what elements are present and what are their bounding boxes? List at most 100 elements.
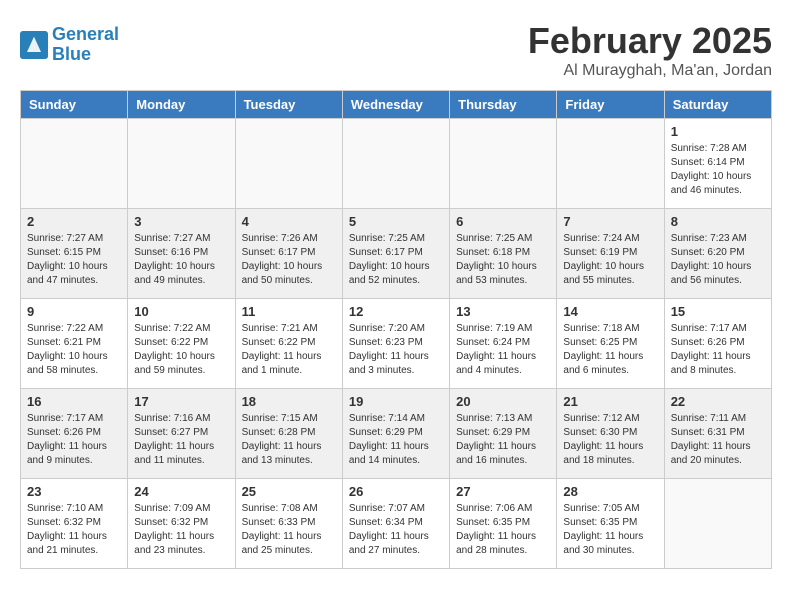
logo: General Blue	[20, 25, 119, 65]
calendar-day: 26 Sunrise: 7:07 AM Sunset: 6:34 PM Dayli…	[342, 479, 449, 569]
day-number: 23	[27, 484, 121, 499]
calendar-day: 2 Sunrise: 7:27 AM Sunset: 6:15 PM Daylig…	[21, 209, 128, 299]
day-number: 27	[456, 484, 550, 499]
calendar-day: 21 Sunrise: 7:12 AM Sunset: 6:30 PM Dayli…	[557, 389, 664, 479]
day-info: Sunrise: 7:13 AM Sunset: 6:29 PM Dayligh…	[456, 412, 550, 468]
day-info: Sunrise: 7:23 AM Sunset: 6:20 PM Dayligh…	[671, 232, 765, 288]
calendar-day: 27 Sunrise: 7:06 AM Sunset: 6:35 PM Dayli…	[450, 479, 557, 569]
calendar-day	[235, 119, 342, 209]
logo-text: General Blue	[52, 25, 119, 65]
calendar-day: 10 Sunrise: 7:22 AM Sunset: 6:22 PM Dayli…	[128, 299, 235, 389]
header: General Blue February 2025 Al Murayghah,…	[20, 20, 772, 80]
calendar-week-1: 1 Sunrise: 7:28 AM Sunset: 6:14 PM Daylig…	[21, 119, 772, 209]
calendar-day: 11 Sunrise: 7:21 AM Sunset: 6:22 PM Dayli…	[235, 299, 342, 389]
day-info: Sunrise: 7:15 AM Sunset: 6:28 PM Dayligh…	[242, 412, 336, 468]
day-number: 26	[349, 484, 443, 499]
day-number: 1	[671, 124, 765, 139]
calendar-day: 19 Sunrise: 7:14 AM Sunset: 6:29 PM Dayli…	[342, 389, 449, 479]
day-info: Sunrise: 7:28 AM Sunset: 6:14 PM Dayligh…	[671, 142, 765, 198]
day-info: Sunrise: 7:16 AM Sunset: 6:27 PM Dayligh…	[134, 412, 228, 468]
day-number: 12	[349, 304, 443, 319]
calendar-day: 28Sunrise: 7:05 AM Sunset: 6:35 PM Dayli…	[557, 479, 664, 569]
day-info: Sunrise: 7:26 AM Sunset: 6:17 PM Dayligh…	[242, 232, 336, 288]
day-info: Sunrise: 7:19 AM Sunset: 6:24 PM Dayligh…	[456, 322, 550, 378]
calendar-header-row: SundayMondayTuesdayWednesdayThursdayFrid…	[21, 91, 772, 119]
calendar-day: 7 Sunrise: 7:24 AM Sunset: 6:19 PM Daylig…	[557, 209, 664, 299]
day-number: 13	[456, 304, 550, 319]
calendar-day: 15 Sunrise: 7:17 AM Sunset: 6:26 PM Dayli…	[664, 299, 771, 389]
day-number: 5	[349, 214, 443, 229]
day-number: 11	[242, 304, 336, 319]
day-number: 28	[563, 484, 657, 499]
calendar-week-3: 9 Sunrise: 7:22 AM Sunset: 6:21 PM Daylig…	[21, 299, 772, 389]
day-info: Sunrise: 7:17 AM Sunset: 6:26 PM Dayligh…	[27, 412, 121, 468]
calendar-day	[128, 119, 235, 209]
calendar-day	[342, 119, 449, 209]
calendar-day: 9 Sunrise: 7:22 AM Sunset: 6:21 PM Daylig…	[21, 299, 128, 389]
day-number: 8	[671, 214, 765, 229]
calendar-day: 8 Sunrise: 7:23 AM Sunset: 6:20 PM Daylig…	[664, 209, 771, 299]
calendar-day: 13 Sunrise: 7:19 AM Sunset: 6:24 PM Dayli…	[450, 299, 557, 389]
day-info: Sunrise: 7:17 AM Sunset: 6:26 PM Dayligh…	[671, 322, 765, 378]
calendar-day: 6 Sunrise: 7:25 AM Sunset: 6:18 PM Daylig…	[450, 209, 557, 299]
logo-line2: Blue	[52, 44, 91, 64]
calendar-week-2: 2 Sunrise: 7:27 AM Sunset: 6:15 PM Daylig…	[21, 209, 772, 299]
day-number: 19	[349, 394, 443, 409]
day-info: Sunrise: 7:08 AM Sunset: 6:33 PM Dayligh…	[242, 502, 336, 558]
day-number: 6	[456, 214, 550, 229]
day-info: Sunrise: 7:24 AM Sunset: 6:19 PM Dayligh…	[563, 232, 657, 288]
calendar-day	[450, 119, 557, 209]
calendar: SundayMondayTuesdayWednesdayThursdayFrid…	[20, 90, 772, 569]
calendar-week-4: 16 Sunrise: 7:17 AM Sunset: 6:26 PM Dayli…	[21, 389, 772, 479]
day-info: Sunrise: 7:25 AM Sunset: 6:18 PM Dayligh…	[456, 232, 550, 288]
day-header-friday: Friday	[557, 91, 664, 119]
day-number: 7	[563, 214, 657, 229]
day-info: Sunrise: 7:14 AM Sunset: 6:29 PM Dayligh…	[349, 412, 443, 468]
calendar-week-5: 23Sunrise: 7:10 AM Sunset: 6:32 PM Dayli…	[21, 479, 772, 569]
day-number: 4	[242, 214, 336, 229]
day-number: 9	[27, 304, 121, 319]
day-number: 21	[563, 394, 657, 409]
calendar-day	[664, 479, 771, 569]
day-number: 18	[242, 394, 336, 409]
day-number: 3	[134, 214, 228, 229]
day-info: Sunrise: 7:21 AM Sunset: 6:22 PM Dayligh…	[242, 322, 336, 378]
day-number: 24	[134, 484, 228, 499]
logo-icon	[20, 31, 48, 59]
calendar-day: 16 Sunrise: 7:17 AM Sunset: 6:26 PM Dayli…	[21, 389, 128, 479]
day-number: 2	[27, 214, 121, 229]
day-number: 20	[456, 394, 550, 409]
day-header-thursday: Thursday	[450, 91, 557, 119]
calendar-day: 4 Sunrise: 7:26 AM Sunset: 6:17 PM Daylig…	[235, 209, 342, 299]
day-info: Sunrise: 7:22 AM Sunset: 6:21 PM Dayligh…	[27, 322, 121, 378]
day-info: Sunrise: 7:25 AM Sunset: 6:17 PM Dayligh…	[349, 232, 443, 288]
day-info: Sunrise: 7:09 AM Sunset: 6:32 PM Dayligh…	[134, 502, 228, 558]
day-info: Sunrise: 7:27 AM Sunset: 6:16 PM Dayligh…	[134, 232, 228, 288]
calendar-day: 5 Sunrise: 7:25 AM Sunset: 6:17 PM Daylig…	[342, 209, 449, 299]
day-header-saturday: Saturday	[664, 91, 771, 119]
day-number: 17	[134, 394, 228, 409]
day-number: 22	[671, 394, 765, 409]
calendar-day: 24 Sunrise: 7:09 AM Sunset: 6:32 PM Dayli…	[128, 479, 235, 569]
day-number: 25	[242, 484, 336, 499]
day-info: Sunrise: 7:06 AM Sunset: 6:35 PM Dayligh…	[456, 502, 550, 558]
calendar-day: 25 Sunrise: 7:08 AM Sunset: 6:33 PM Dayli…	[235, 479, 342, 569]
day-info: Sunrise: 7:27 AM Sunset: 6:15 PM Dayligh…	[27, 232, 121, 288]
day-info: Sunrise: 7:07 AM Sunset: 6:34 PM Dayligh…	[349, 502, 443, 558]
calendar-day: 18 Sunrise: 7:15 AM Sunset: 6:28 PM Dayli…	[235, 389, 342, 479]
day-info: Sunrise: 7:22 AM Sunset: 6:22 PM Dayligh…	[134, 322, 228, 378]
location-title: Al Murayghah, Ma'an, Jordan	[528, 62, 772, 80]
day-info: Sunrise: 7:12 AM Sunset: 6:30 PM Dayligh…	[563, 412, 657, 468]
day-number: 16	[27, 394, 121, 409]
month-title: February 2025	[528, 20, 772, 62]
calendar-day: 17 Sunrise: 7:16 AM Sunset: 6:27 PM Dayli…	[128, 389, 235, 479]
day-number: 14	[563, 304, 657, 319]
day-header-tuesday: Tuesday	[235, 91, 342, 119]
day-number: 15	[671, 304, 765, 319]
calendar-day: 1 Sunrise: 7:28 AM Sunset: 6:14 PM Daylig…	[664, 119, 771, 209]
calendar-day: 14Sunrise: 7:18 AM Sunset: 6:25 PM Dayli…	[557, 299, 664, 389]
calendar-day	[21, 119, 128, 209]
day-header-sunday: Sunday	[21, 91, 128, 119]
day-info: Sunrise: 7:11 AM Sunset: 6:31 PM Dayligh…	[671, 412, 765, 468]
day-number: 10	[134, 304, 228, 319]
